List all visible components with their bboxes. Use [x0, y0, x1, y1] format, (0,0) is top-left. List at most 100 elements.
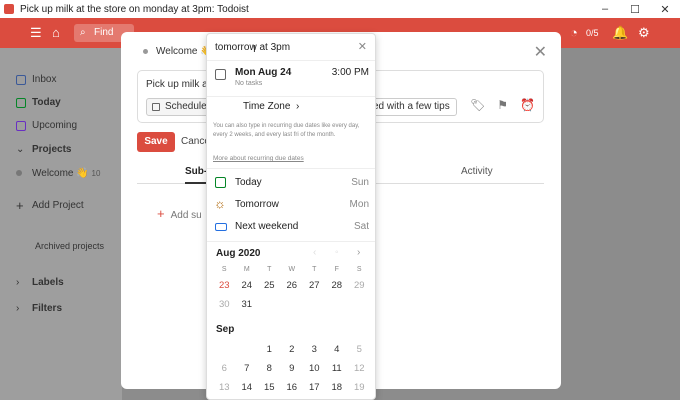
calendar-day[interactable]: 19	[348, 382, 371, 393]
project-count: 10	[91, 169, 101, 178]
sidebar-item-upcoming[interactable]: Upcoming	[16, 120, 77, 131]
sidebar-item-projects[interactable]: ⌄ Projects	[16, 144, 71, 155]
weekday-label: T	[267, 266, 272, 273]
sidebar-item-add-project[interactable]: + Add Project	[16, 198, 84, 213]
quick-option-tomorrow[interactable]: ☼ Tomorrow Mon	[207, 194, 375, 216]
calendar-icon	[152, 103, 160, 111]
sidebar-item-archived[interactable]: Archived projects	[35, 241, 104, 251]
calendar-day[interactable]: 23	[213, 280, 236, 291]
close-icon[interactable]: ✕	[534, 42, 547, 62]
calendar-day[interactable]: 27	[303, 280, 326, 291]
recurring-help-text: You can also type in recurring due dates…	[213, 123, 360, 138]
quick-option-label: Tomorrow	[235, 199, 279, 210]
calendar-day[interactable]: 15	[258, 382, 281, 393]
calendar-month-title: Sep	[216, 324, 235, 335]
calendar-day[interactable]: 14	[236, 382, 259, 393]
calendar-day[interactable]: 7	[236, 363, 259, 374]
plus-icon: +	[16, 198, 24, 213]
calendar-day[interactable]: 26	[281, 280, 304, 291]
calendar-day[interactable]: 25	[258, 280, 281, 291]
gear-icon[interactable]: ⚙	[638, 18, 650, 48]
next-month-icon[interactable]: ›	[357, 247, 360, 258]
alarm-icon[interactable]: ⏰	[520, 98, 535, 112]
sidebar-item-welcome[interactable]: Welcome 👋 10	[16, 168, 101, 179]
project-dot-icon	[16, 170, 22, 176]
calendar-day	[258, 299, 281, 310]
today-dot-icon[interactable]: ◦	[335, 247, 339, 258]
task-content-input[interactable]: Pick up milk at	[146, 79, 210, 90]
sidebar-item-label: Inbox	[32, 74, 57, 85]
maximize-button[interactable]: ☐	[620, 0, 650, 18]
quick-option-day: Sat	[353, 221, 369, 232]
clear-date-icon[interactable]: ✕	[358, 40, 367, 53]
time-zone-button[interactable]: Time Zone ›	[243, 101, 299, 112]
calendar-day[interactable]: 28	[326, 280, 349, 291]
calendar-day[interactable]: 9	[281, 363, 304, 374]
sidebar: Inbox Today Upcoming ⌄ Projects Welcome 👋…	[0, 48, 122, 400]
preview-time: 3:00 PM	[331, 67, 369, 78]
minimize-button[interactable]: –	[590, 0, 620, 18]
calendar-day[interactable]: 3	[303, 344, 326, 355]
couch-icon	[215, 223, 227, 231]
calendar-day[interactable]: 2	[281, 344, 304, 355]
save-button[interactable]: Save	[137, 132, 175, 152]
sidebar-item-label: Filters	[32, 303, 63, 314]
quick-option-next-weekend[interactable]: Next weekend Sat	[207, 216, 375, 238]
window-title: Pick up milk at the store on monday at 3…	[20, 3, 249, 15]
sidebar-item-filters[interactable]: › Filters	[16, 303, 63, 314]
recurring-help-link[interactable]: More about recurring due dates	[213, 155, 304, 162]
project-select-button[interactable]: ed with a few tips	[366, 98, 457, 116]
calendar-day[interactable]: 12	[348, 363, 371, 374]
calendar-day	[303, 299, 326, 310]
close-window-button[interactable]: ✕	[650, 0, 680, 18]
breadcrumb[interactable]: Welcome 👋	[143, 46, 213, 57]
calendar-day[interactable]: 8	[258, 363, 281, 374]
calendar-day	[326, 299, 349, 310]
tab-activity[interactable]: Activity	[461, 166, 493, 177]
sidebar-item-label: Add Project	[32, 200, 84, 211]
sidebar-item-label: Welcome 👋	[32, 168, 89, 179]
flag-icon[interactable]: ⚑	[497, 98, 508, 112]
schedule-button[interactable]: Schedule	[146, 98, 214, 116]
text-cursor-icon: I	[253, 44, 256, 55]
calendar-day[interactable]: 18	[326, 382, 349, 393]
calendar-day[interactable]: 1	[258, 344, 281, 355]
chevron-right-icon: ›	[16, 303, 20, 314]
date-preview: Mon Aug 24 No tasks 3:00 PM	[207, 60, 375, 97]
quick-option-day: Sun	[351, 177, 369, 188]
calendar-day[interactable]: 31	[236, 299, 259, 310]
quick-option-label: Next weekend	[235, 221, 299, 232]
quick-option-today[interactable]: Today Sun	[207, 172, 375, 194]
menu-icon[interactable]: ☰	[30, 18, 42, 48]
karma-icon[interactable]: ◔	[570, 18, 578, 48]
calendar-day[interactable]: 24	[236, 280, 259, 291]
calendar-day[interactable]: 6	[213, 363, 236, 374]
today-icon	[215, 177, 226, 188]
calendar-day[interactable]: 29	[348, 280, 371, 291]
calendar-week: 13 14 15 16 17 18 19	[213, 382, 371, 393]
calendar-week: 6 7 8 9 10 11 12	[213, 363, 371, 374]
sidebar-item-inbox[interactable]: Inbox	[16, 74, 57, 85]
weekday-label: S	[221, 266, 227, 273]
sidebar-item-today[interactable]: Today	[16, 97, 61, 108]
calendar-day[interactable]: 16	[281, 382, 304, 393]
calendar-day[interactable]: 13	[213, 382, 236, 393]
calendar-day[interactable]: 30	[213, 299, 236, 310]
sidebar-item-labels[interactable]: › Labels	[16, 277, 64, 288]
calendar-day[interactable]: 11	[326, 363, 349, 374]
prev-month-icon[interactable]: ‹	[313, 247, 316, 258]
home-icon[interactable]: ⌂	[52, 18, 60, 48]
calendar-month-title: Aug 2020	[216, 248, 261, 259]
label-icon[interactable]: 🏷	[470, 98, 485, 112]
calendar-day[interactable]: 4	[326, 344, 349, 355]
inbox-icon	[16, 74, 26, 85]
add-subtask-button[interactable]: + Add su	[157, 206, 202, 221]
calendar-day	[236, 344, 259, 355]
sidebar-item-label: Today	[32, 97, 61, 108]
preview-date: Mon Aug 24	[235, 67, 292, 78]
calendar-day[interactable]: 17	[303, 382, 326, 393]
calendar-day[interactable]: 5	[348, 344, 371, 355]
bell-icon[interactable]: 🔔	[612, 18, 628, 48]
chevron-right-icon: ›	[295, 101, 300, 112]
calendar-day[interactable]: 10	[303, 363, 326, 374]
